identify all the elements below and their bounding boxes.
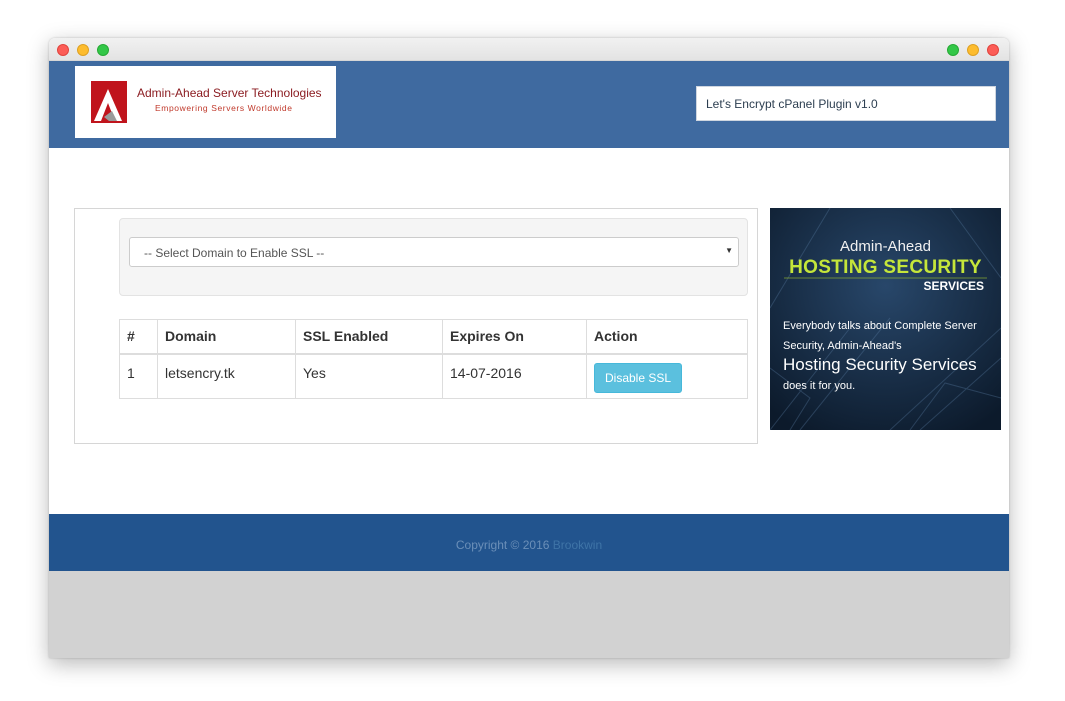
ad-text-line-2: Security, Admin-Ahead's: [783, 340, 902, 352]
ad-text-line-3: Hosting Security Services: [783, 355, 977, 374]
ad-brand: Admin-Ahead: [840, 238, 931, 255]
row-number: 1: [119, 353, 158, 399]
browser-window: Admin-Ahead Server Technologies Empoweri…: [49, 38, 1009, 658]
brookwin-link[interactable]: Brookwin: [553, 538, 602, 552]
admin-ahead-logo-icon: [91, 81, 127, 123]
screen: Admin-Ahead Server Technologies Empoweri…: [0, 0, 1065, 701]
blank-bottom-area: [49, 571, 1009, 658]
red-dot-icon[interactable]: [987, 44, 999, 56]
column-header-expires-on: Expires On: [442, 319, 587, 355]
domain-select-value: -- Select Domain to Enable SSL --: [144, 246, 325, 260]
ad-text-line-1: Everybody talks about Complete Server: [783, 320, 977, 332]
window-titlebar: [49, 38, 1009, 61]
page-header: Admin-Ahead Server Technologies Empoweri…: [49, 61, 1009, 148]
company-logo[interactable]: Admin-Ahead Server Technologies Empoweri…: [75, 66, 336, 138]
table-header-row: # Domain SSL Enabled Expires On Action: [119, 319, 748, 355]
plugin-version-label: Let's Encrypt cPanel Plugin v1.0: [696, 86, 996, 121]
ad-text-line-4: does it for you.: [783, 380, 856, 392]
close-window-icon[interactable]: [57, 44, 69, 56]
minimize-window-icon[interactable]: [77, 44, 89, 56]
domain-select-well: -- Select Domain to Enable SSL -- ▼: [119, 218, 748, 296]
company-tagline: Empowering Servers Worldwide: [155, 103, 293, 113]
dropdown-caret-icon: ▼: [725, 246, 733, 255]
company-name: Admin-Ahead Server Technologies: [137, 86, 322, 100]
page-footer: Copyright © 2016 Brookwin: [49, 514, 1009, 571]
ssl-panel: -- Select Domain to Enable SSL -- ▼ # Do…: [74, 208, 758, 444]
yellow-dot-icon[interactable]: [967, 44, 979, 56]
domain-select[interactable]: -- Select Domain to Enable SSL -- ▼: [129, 237, 739, 267]
copyright-text: Copyright © 2016: [455, 538, 550, 552]
column-header-action: Action: [586, 319, 748, 355]
row-expires-on: 14-07-2016: [442, 353, 587, 399]
ad-subheadline: SERVICES: [923, 279, 984, 293]
row-ssl-enabled: Yes: [295, 353, 443, 399]
row-domain: letsencry.tk: [157, 353, 296, 399]
maximize-window-icon[interactable]: [97, 44, 109, 56]
column-header-ssl-enabled: SSL Enabled: [295, 319, 443, 355]
table-row: 1 letsencry.tk Yes 14-07-2016 Disable SS…: [119, 353, 748, 399]
disable-ssl-button[interactable]: Disable SSL: [594, 362, 683, 393]
row-action-cell: Disable SSL: [586, 353, 748, 399]
hosting-security-ad-banner[interactable]: Admin-Ahead HOSTING SECURITY SERVICES Ev…: [770, 208, 1001, 430]
column-header-number: #: [119, 319, 158, 355]
green-dot-icon[interactable]: [947, 44, 959, 56]
column-header-domain: Domain: [157, 319, 296, 355]
ad-headline: HOSTING SECURITY: [789, 257, 982, 278]
ssl-domain-table: # Domain SSL Enabled Expires On Action 1…: [119, 319, 748, 399]
